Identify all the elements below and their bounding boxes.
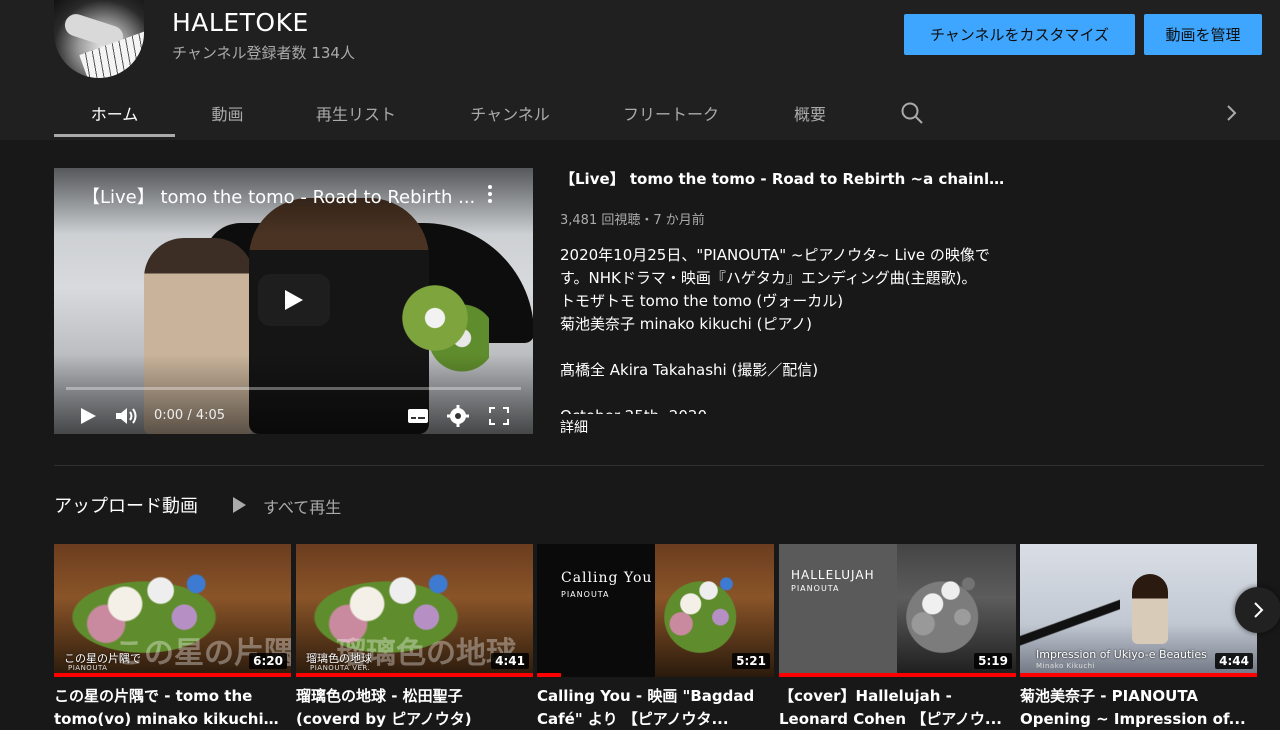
large-play-button[interactable] — [258, 274, 330, 326]
thumbnail-subcaption: PIANOUTA — [561, 590, 610, 599]
play-control-icon[interactable] — [78, 404, 98, 428]
play-all-icon[interactable] — [230, 494, 248, 516]
description-line: トモザトモ tomo the tomo (ヴォーカル) — [560, 292, 844, 310]
thumbnail-title-text: HALLELUJAH — [791, 568, 875, 582]
video-card[interactable]: この星の片隅で この星の片隅で PIANOUTA 6:20 この星の片隅で - … — [54, 544, 291, 730]
player-more-icon[interactable] — [482, 182, 498, 206]
video-card[interactable]: 瑠璃色の地球 瑠璃色の地球 PIANOUTA VER. 4:41 瑠璃色の地球 … — [296, 544, 533, 730]
channel-name: HALETOKE — [172, 8, 309, 37]
video-title-line: Calling You - 映画 "Bagdad — [537, 687, 755, 705]
fullscreen-icon[interactable] — [488, 404, 510, 428]
channel-avatar[interactable] — [54, 0, 144, 78]
featured-video-meta: 3,481 回視聴・7 か月前 — [560, 213, 705, 228]
video-title[interactable]: 【cover】Hallelujah - Leonard Cohen 【ピアノウ.… — [779, 685, 1009, 730]
customize-channel-button[interactable]: チャンネルをカスタマイズ — [904, 14, 1135, 55]
thumbnail-pianist — [1132, 574, 1168, 644]
watched-progress-bar — [1020, 673, 1257, 677]
tab-home[interactable]: ホーム — [54, 86, 175, 140]
video-duration: 5:21 — [732, 653, 770, 669]
video-title-line: 菊池美奈子 - PIANOUTA — [1020, 687, 1199, 705]
tab-channels[interactable]: チャンネル — [448, 86, 572, 140]
description-line: October 25th, 2020 — [560, 405, 1010, 414]
featured-video-title[interactable]: 【Live】 tomo the tomo - Road to Rebirth ~… — [560, 168, 1010, 189]
tab-playlists[interactable]: 再生リスト — [290, 86, 422, 140]
video-thumbnail[interactable]: HALLELUJAH PIANOUTA 5:19 — [779, 544, 1016, 677]
settings-gear-icon[interactable] — [446, 404, 470, 428]
watched-progress-bar — [296, 673, 533, 677]
description-line: 菊池美奈子 minako kikuchi (ピアノ) — [560, 315, 812, 333]
description-line — [560, 382, 1010, 405]
subtitles-icon[interactable] — [406, 404, 430, 428]
tab-about[interactable]: 概要 — [770, 86, 850, 140]
search-icon[interactable] — [899, 100, 925, 126]
video-thumbnail[interactable]: この星の片隅で この星の片隅で PIANOUTA 6:20 — [54, 544, 291, 677]
video-title-line: Café" より 【ピアノウタ... — [537, 710, 729, 728]
video-card[interactable]: HALLELUJAH PIANOUTA 5:19 【cover】Halleluj… — [779, 544, 1016, 730]
active-tab-indicator — [54, 134, 175, 137]
thumbnail-title-text: Calling You — [561, 570, 653, 586]
volume-icon[interactable] — [114, 404, 140, 428]
section-divider — [54, 465, 1264, 466]
video-title[interactable]: Calling You - 映画 "Bagdad Café" より 【ピアノウタ… — [537, 685, 767, 730]
channel-tabs: ホーム 動画 再生リスト チャンネル フリートーク 概要 — [0, 86, 1280, 140]
video-title-line: tomo(vo) minako kikuchi(p... — [54, 710, 284, 728]
thumbnail-subcaption: PIANOUTA — [68, 664, 108, 672]
player-progress-bar[interactable] — [66, 387, 521, 390]
thumbnail-subcaption: Minako Kikuchi — [1036, 662, 1096, 670]
video-duration: 4:41 — [491, 653, 529, 669]
player-title[interactable]: 【Live】 tomo the tomo - Road to Rebirth .… — [82, 183, 482, 209]
description-line: 2020年10月25日、"PIANOUTA" ~ピアノウタ~ Live の映像で — [560, 246, 990, 264]
subscriber-count: チャンネル登録者数 134人 — [172, 44, 355, 62]
video-thumbnail[interactable]: Calling You PIANOUTA 5:21 — [537, 544, 774, 677]
watched-progress-bar — [54, 673, 291, 677]
description-line: 髙橋全 Akira Takahashi (撮影／配信) — [560, 361, 819, 379]
channel-header: HALETOKE チャンネル登録者数 134人 チャンネルをカスタマイズ 動画を… — [0, 0, 1280, 140]
video-title[interactable]: 瑠璃色の地球 - 松田聖子 (coverd by ピアノウタ) — [296, 685, 526, 730]
watched-progress-bar — [537, 673, 561, 677]
tab-discussion[interactable]: フリートーク — [600, 86, 742, 140]
video-card[interactable]: Calling You PIANOUTA 5:21 Calling You - … — [537, 544, 774, 730]
chevron-right-icon — [1254, 602, 1264, 618]
uploads-section-title[interactable]: アップロード動画 — [54, 492, 198, 518]
read-more-link[interactable]: 詳細 — [560, 417, 588, 437]
description-line: す。NHKドラマ・映画『ハゲタカ』エンディング曲(主題歌)。 — [560, 269, 977, 287]
thumbnail-caption: Impression of Ukiyo-e Beauties — [1036, 648, 1207, 661]
thumbnail-subcaption: PIANOUTA VER. — [310, 664, 371, 672]
play-all-button[interactable]: すべて再生 — [263, 494, 341, 518]
video-thumbnail[interactable]: 瑠璃色の地球 瑠璃色の地球 PIANOUTA VER. 4:41 — [296, 544, 533, 677]
video-duration: 4:44 — [1215, 653, 1253, 669]
video-title-line: (coverd by ピアノウタ) — [296, 710, 472, 728]
featured-video-description: 2020年10月25日、"PIANOUTA" ~ピアノウタ~ Live の映像で… — [560, 244, 1010, 414]
featured-video-player[interactable]: 【Live】 tomo the tomo - Road to Rebirth .… — [54, 168, 533, 434]
video-title-line: Leonard Cohen 【ピアノウ... — [779, 710, 1003, 728]
video-title-line: Opening ~ Impression of... — [1020, 710, 1246, 728]
video-title-line: この星の片隅で - tomo the — [54, 687, 253, 705]
manage-videos-button[interactable]: 動画を管理 — [1144, 14, 1262, 55]
carousel-next-button[interactable] — [1235, 587, 1280, 633]
video-title[interactable]: この星の片隅で - tomo the tomo(vo) minako kikuc… — [54, 685, 284, 730]
video-title-line: 【cover】Hallelujah - — [779, 687, 952, 705]
video-card[interactable]: Impression of Ukiyo-e Beauties Minako Ki… — [1020, 544, 1257, 730]
tabs-next-chevron-icon[interactable] — [1221, 103, 1241, 123]
video-thumbnail[interactable]: Impression of Ukiyo-e Beauties Minako Ki… — [1020, 544, 1257, 677]
watched-progress-bar — [779, 673, 1016, 677]
video-duration: 5:19 — [974, 653, 1012, 669]
video-title[interactable]: 菊池美奈子 - PIANOUTA Opening ~ Impression of… — [1020, 685, 1250, 730]
description-line — [560, 336, 1010, 359]
thumbnail-subcaption: PIANOUTA — [791, 584, 840, 593]
player-time: 0:00 / 4:05 — [154, 408, 226, 423]
play-icon — [285, 290, 303, 310]
tab-videos[interactable]: 動画 — [175, 86, 280, 140]
video-title-line: 瑠璃色の地球 - 松田聖子 — [296, 687, 463, 705]
video-duration: 6:20 — [249, 653, 287, 669]
